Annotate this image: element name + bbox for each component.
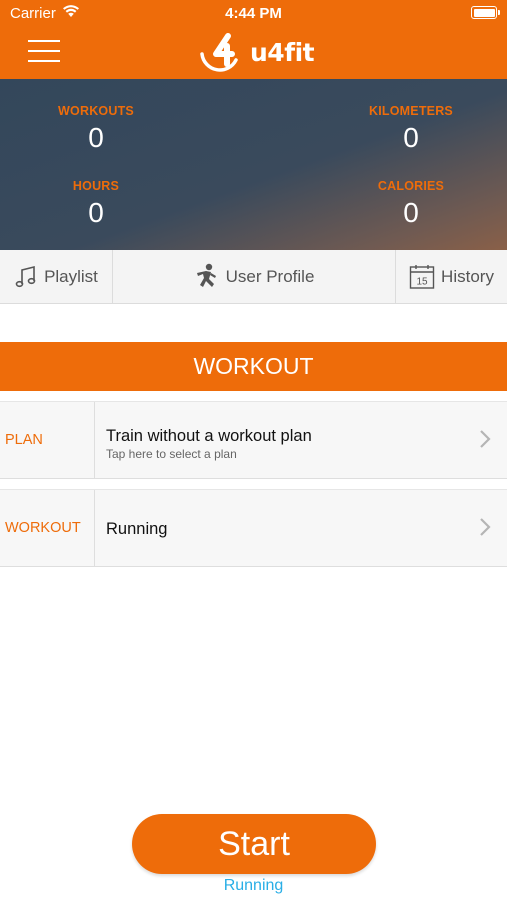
music-note-icon <box>14 265 38 289</box>
row-subtitle: Tap here to select a plan <box>106 447 237 461</box>
stats-panel: WORKOUTS 0 KILOMETERS 0 HOURS 0 CALORIES… <box>0 79 507 250</box>
tab-label: Playlist <box>44 267 98 286</box>
stat-label: HOURS <box>72 179 120 193</box>
calendar-day: 15 <box>416 277 428 288</box>
stat-value: 0 <box>403 122 419 153</box>
nav-tabs: Playlist User Profile 15 History <box>0 250 507 304</box>
stat-kilometers: KILOMETERS 0 <box>341 104 481 154</box>
logo-mark-icon <box>200 33 238 72</box>
start-button[interactable]: Start <box>132 814 376 874</box>
tab-label: User Profile <box>225 267 315 286</box>
chevron-right-icon <box>479 517 491 542</box>
status-time: 4:44 PM <box>225 5 282 22</box>
tab-playlist[interactable]: Playlist <box>0 250 113 304</box>
stat-value: 0 <box>88 197 104 228</box>
workout-row[interactable]: WORKOUT Running <box>0 489 507 567</box>
battery-icon <box>471 6 500 19</box>
tab-history[interactable]: 15 History <box>396 250 507 304</box>
stat-workouts: WORKOUTS 0 <box>26 104 166 154</box>
tab-label: History <box>441 267 494 286</box>
calendar-icon: 15 <box>409 264 435 290</box>
status-bar: Carrier 4:44 PM <box>0 0 507 28</box>
stat-calories: CALORIES 0 <box>341 179 481 229</box>
top-bar: Carrier 4:44 PM u4fit <box>0 0 507 79</box>
section-header-workout: WORKOUT <box>0 342 507 391</box>
runner-icon <box>194 263 220 291</box>
row-title: Running <box>106 520 168 538</box>
stat-value: 0 <box>403 197 419 228</box>
plan-row[interactable]: PLAN Train without a workout plan Tap he… <box>0 401 507 479</box>
row-label: PLAN <box>0 402 95 478</box>
menu-line <box>28 60 60 62</box>
stat-label: KILOMETERS <box>369 104 453 118</box>
row-label: WORKOUT <box>0 490 95 566</box>
app-logo: u4fit <box>196 30 315 74</box>
logo-text: u4fit <box>250 37 315 67</box>
stat-label: WORKOUTS <box>58 104 134 118</box>
menu-line <box>28 50 60 52</box>
tab-user-profile[interactable]: User Profile <box>113 250 396 304</box>
menu-line <box>28 40 60 42</box>
stat-value: 0 <box>88 122 104 153</box>
stat-label: CALORIES <box>377 179 445 193</box>
stat-hours: HOURS 0 <box>26 179 166 229</box>
chevron-right-icon <box>479 429 491 454</box>
row-title: Train without a workout plan <box>106 427 312 445</box>
start-subtitle: Running <box>223 877 284 894</box>
menu-button[interactable] <box>28 38 60 64</box>
